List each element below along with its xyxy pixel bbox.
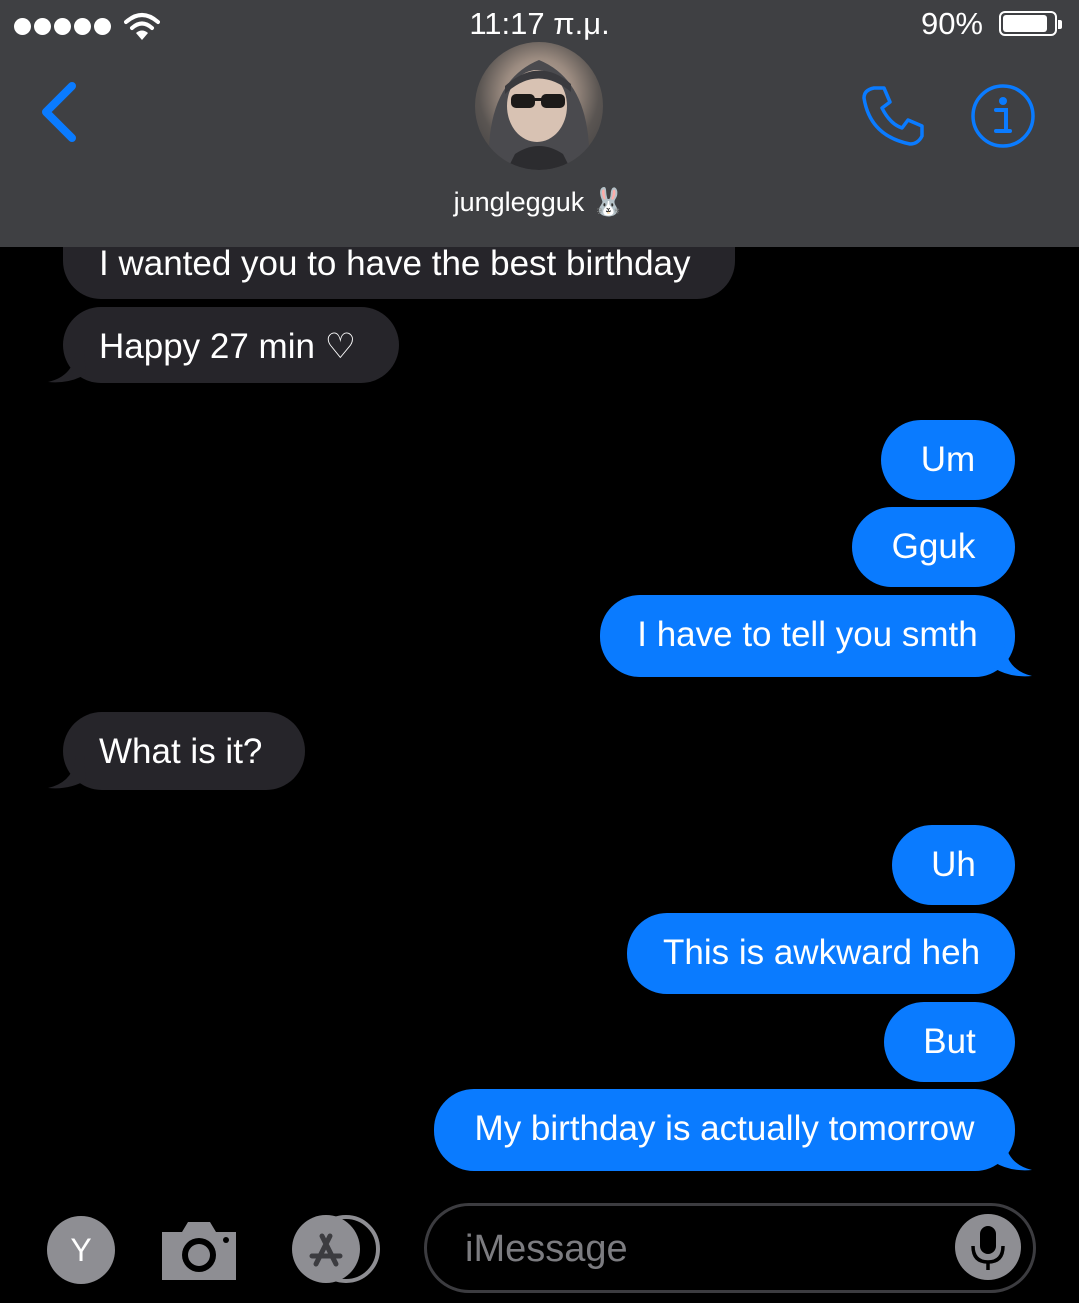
contact-avatar[interactable]	[475, 42, 603, 170]
battery-percent: 90%	[920, 6, 983, 41]
message-bubble-received: Happy 27 min ♡	[63, 307, 399, 383]
app-store-icon[interactable]	[290, 1214, 384, 1284]
phone-icon[interactable]	[860, 82, 926, 148]
battery-icon	[999, 11, 1062, 36]
message-input-placeholder: iMessage	[465, 1228, 628, 1270]
message-bubble-received: What is it?	[63, 712, 305, 790]
message-bubble-sent: Gguk	[852, 507, 1015, 587]
message-bubble-sent: Uh	[892, 825, 1015, 905]
back-chevron-icon[interactable]	[36, 80, 80, 144]
message-input-bar: Y iMessage	[0, 1190, 1079, 1303]
message-bubble-sent: I have to tell you smth	[600, 595, 1015, 677]
avatar-photo	[488, 60, 590, 170]
bubble-tail	[994, 642, 1032, 677]
microphone-icon	[971, 1226, 1005, 1270]
message-input[interactable]: iMessage	[424, 1203, 1036, 1293]
status-time: 11:17 π.μ.	[469, 6, 610, 41]
info-icon[interactable]	[970, 83, 1036, 149]
message-bubble-sent: But	[884, 1002, 1015, 1082]
microphone-button[interactable]	[955, 1214, 1021, 1280]
message-bubble-sent: Um	[881, 420, 1015, 500]
bubble-tail	[48, 756, 86, 789]
conversation-header: 11:17 π.μ. 90% junglegguk 🐰	[0, 0, 1079, 247]
bubble-tail	[994, 1136, 1032, 1171]
apps-button[interactable]: Y	[47, 1216, 115, 1284]
message-bubble-sent: My birthday is actually tomorrow	[434, 1089, 1015, 1171]
contact-name[interactable]: junglegguk 🐰	[0, 186, 1079, 218]
message-bubble-sent: This is awkward heh	[627, 913, 1015, 994]
camera-icon[interactable]	[160, 1218, 238, 1282]
bubble-tail	[48, 350, 86, 383]
